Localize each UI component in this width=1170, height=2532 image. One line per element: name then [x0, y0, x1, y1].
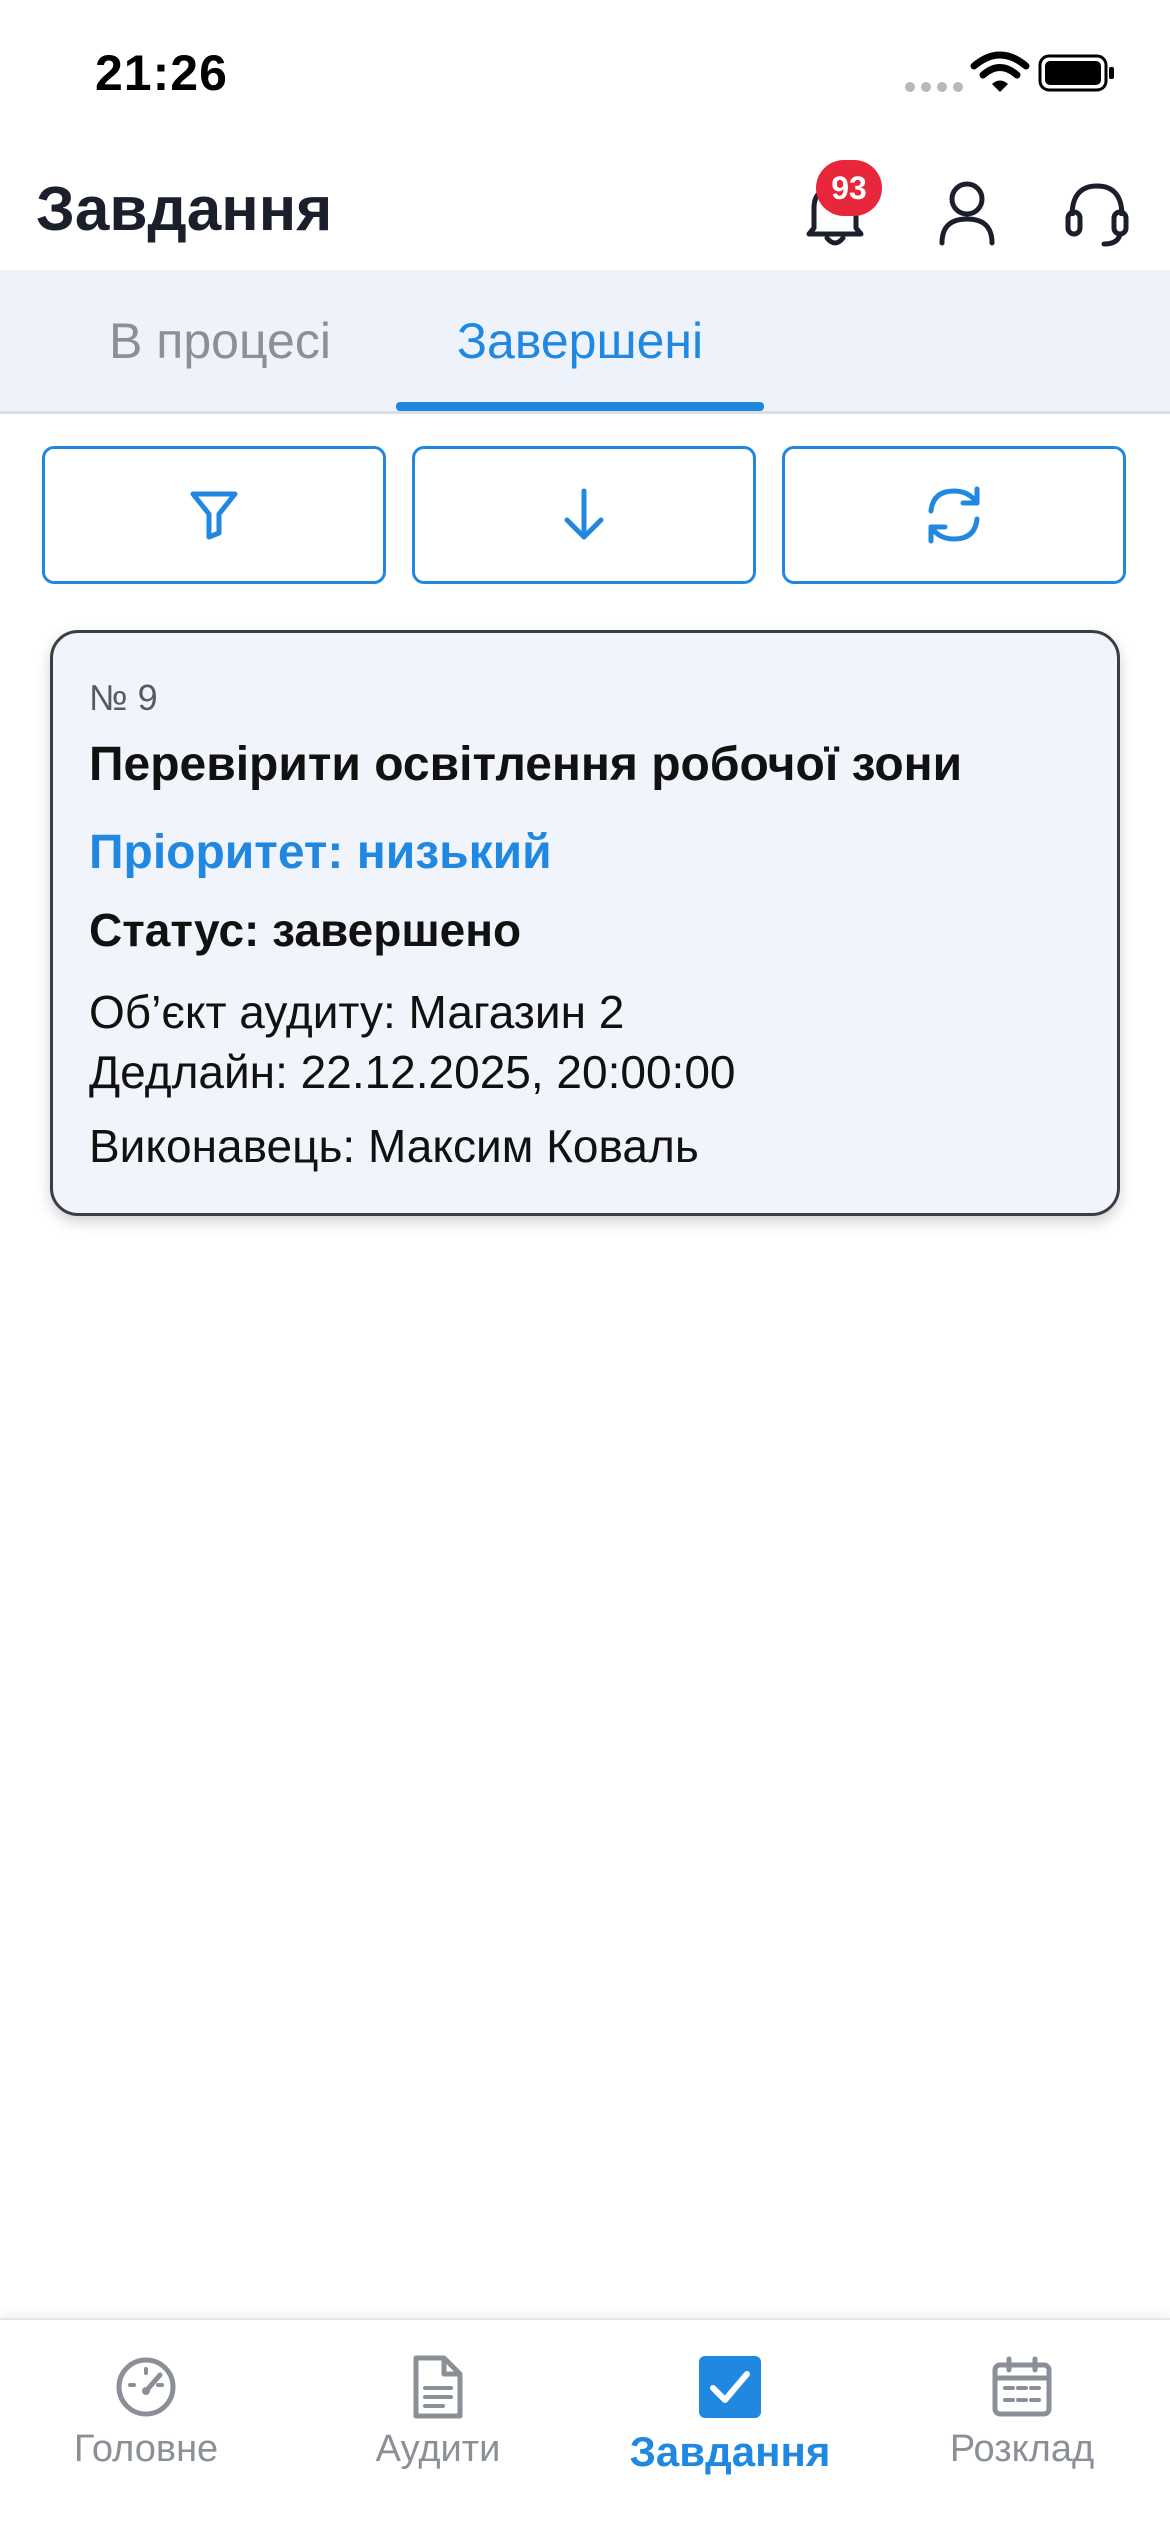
calendar-icon [987, 2352, 1057, 2422]
nav-item-audits[interactable]: Аудити [292, 2320, 584, 2532]
profile-button[interactable] [922, 168, 1012, 258]
speedometer-icon [111, 2352, 181, 2422]
task-title: Перевірити освітлення робочої зони [89, 738, 963, 791]
task-number: № 9 [89, 677, 158, 718]
nav-label-home: Головне [73, 2428, 219, 2470]
status-bar: 21:26 [0, 0, 1170, 150]
bottom-navigation: Головне Аудити Завдання Розклад [0, 2318, 1170, 2532]
refresh-button[interactable] [782, 446, 1126, 584]
filter-button[interactable] [42, 446, 386, 584]
page-title: Завдання [36, 175, 333, 244]
task-audit-object: Об’єкт аудиту: Магазин 2 [89, 986, 625, 1038]
wifi-icon [970, 51, 1030, 92]
nav-item-schedule[interactable]: Розклад [876, 2320, 1168, 2532]
task-assignee: Виконавець: Максим Коваль [89, 1120, 699, 1172]
user-icon [939, 181, 995, 246]
sort-button[interactable] [412, 446, 756, 584]
refresh-icon [928, 486, 980, 544]
headset-icon [1065, 183, 1129, 247]
task-card[interactable]: № 9 Перевірити освітлення робочої зони П… [50, 630, 1120, 1216]
nav-item-tasks[interactable]: Завдання [584, 2320, 876, 2532]
tab-in-progress[interactable]: В процесі [40, 270, 400, 411]
nav-label-schedule: Розклад [949, 2428, 1095, 2470]
status-time: 21:26 [95, 45, 228, 101]
task-status: Статус: завершено [89, 904, 522, 956]
tab-completed[interactable]: Завершені [396, 270, 764, 411]
document-icon [403, 2352, 473, 2422]
battery-icon [1038, 54, 1114, 92]
checkbox-icon [695, 2352, 765, 2422]
filter-icon [190, 491, 238, 540]
cellular-signal-icon [905, 82, 963, 92]
nav-label-audits: Аудити [375, 2428, 501, 2470]
notifications-badge: 93 [816, 160, 882, 216]
nav-label-tasks: Завдання [629, 2428, 831, 2475]
tab-bar: В процесі Завершені [0, 270, 1170, 414]
support-button[interactable] [1052, 168, 1142, 258]
task-deadline: Дедлайн: 22.12.2025, 20:00:00 [89, 1046, 736, 1098]
tasks-screen: 21:26 Завдання 93 В процесі Завершені № … [0, 0, 1170, 2532]
arrow-down-icon [564, 488, 604, 540]
nav-item-home[interactable]: Головне [0, 2320, 292, 2532]
app-header: Завдання 93 [0, 150, 1170, 270]
task-priority: Пріоритет: низький [89, 826, 552, 879]
active-tab-indicator [396, 402, 764, 411]
